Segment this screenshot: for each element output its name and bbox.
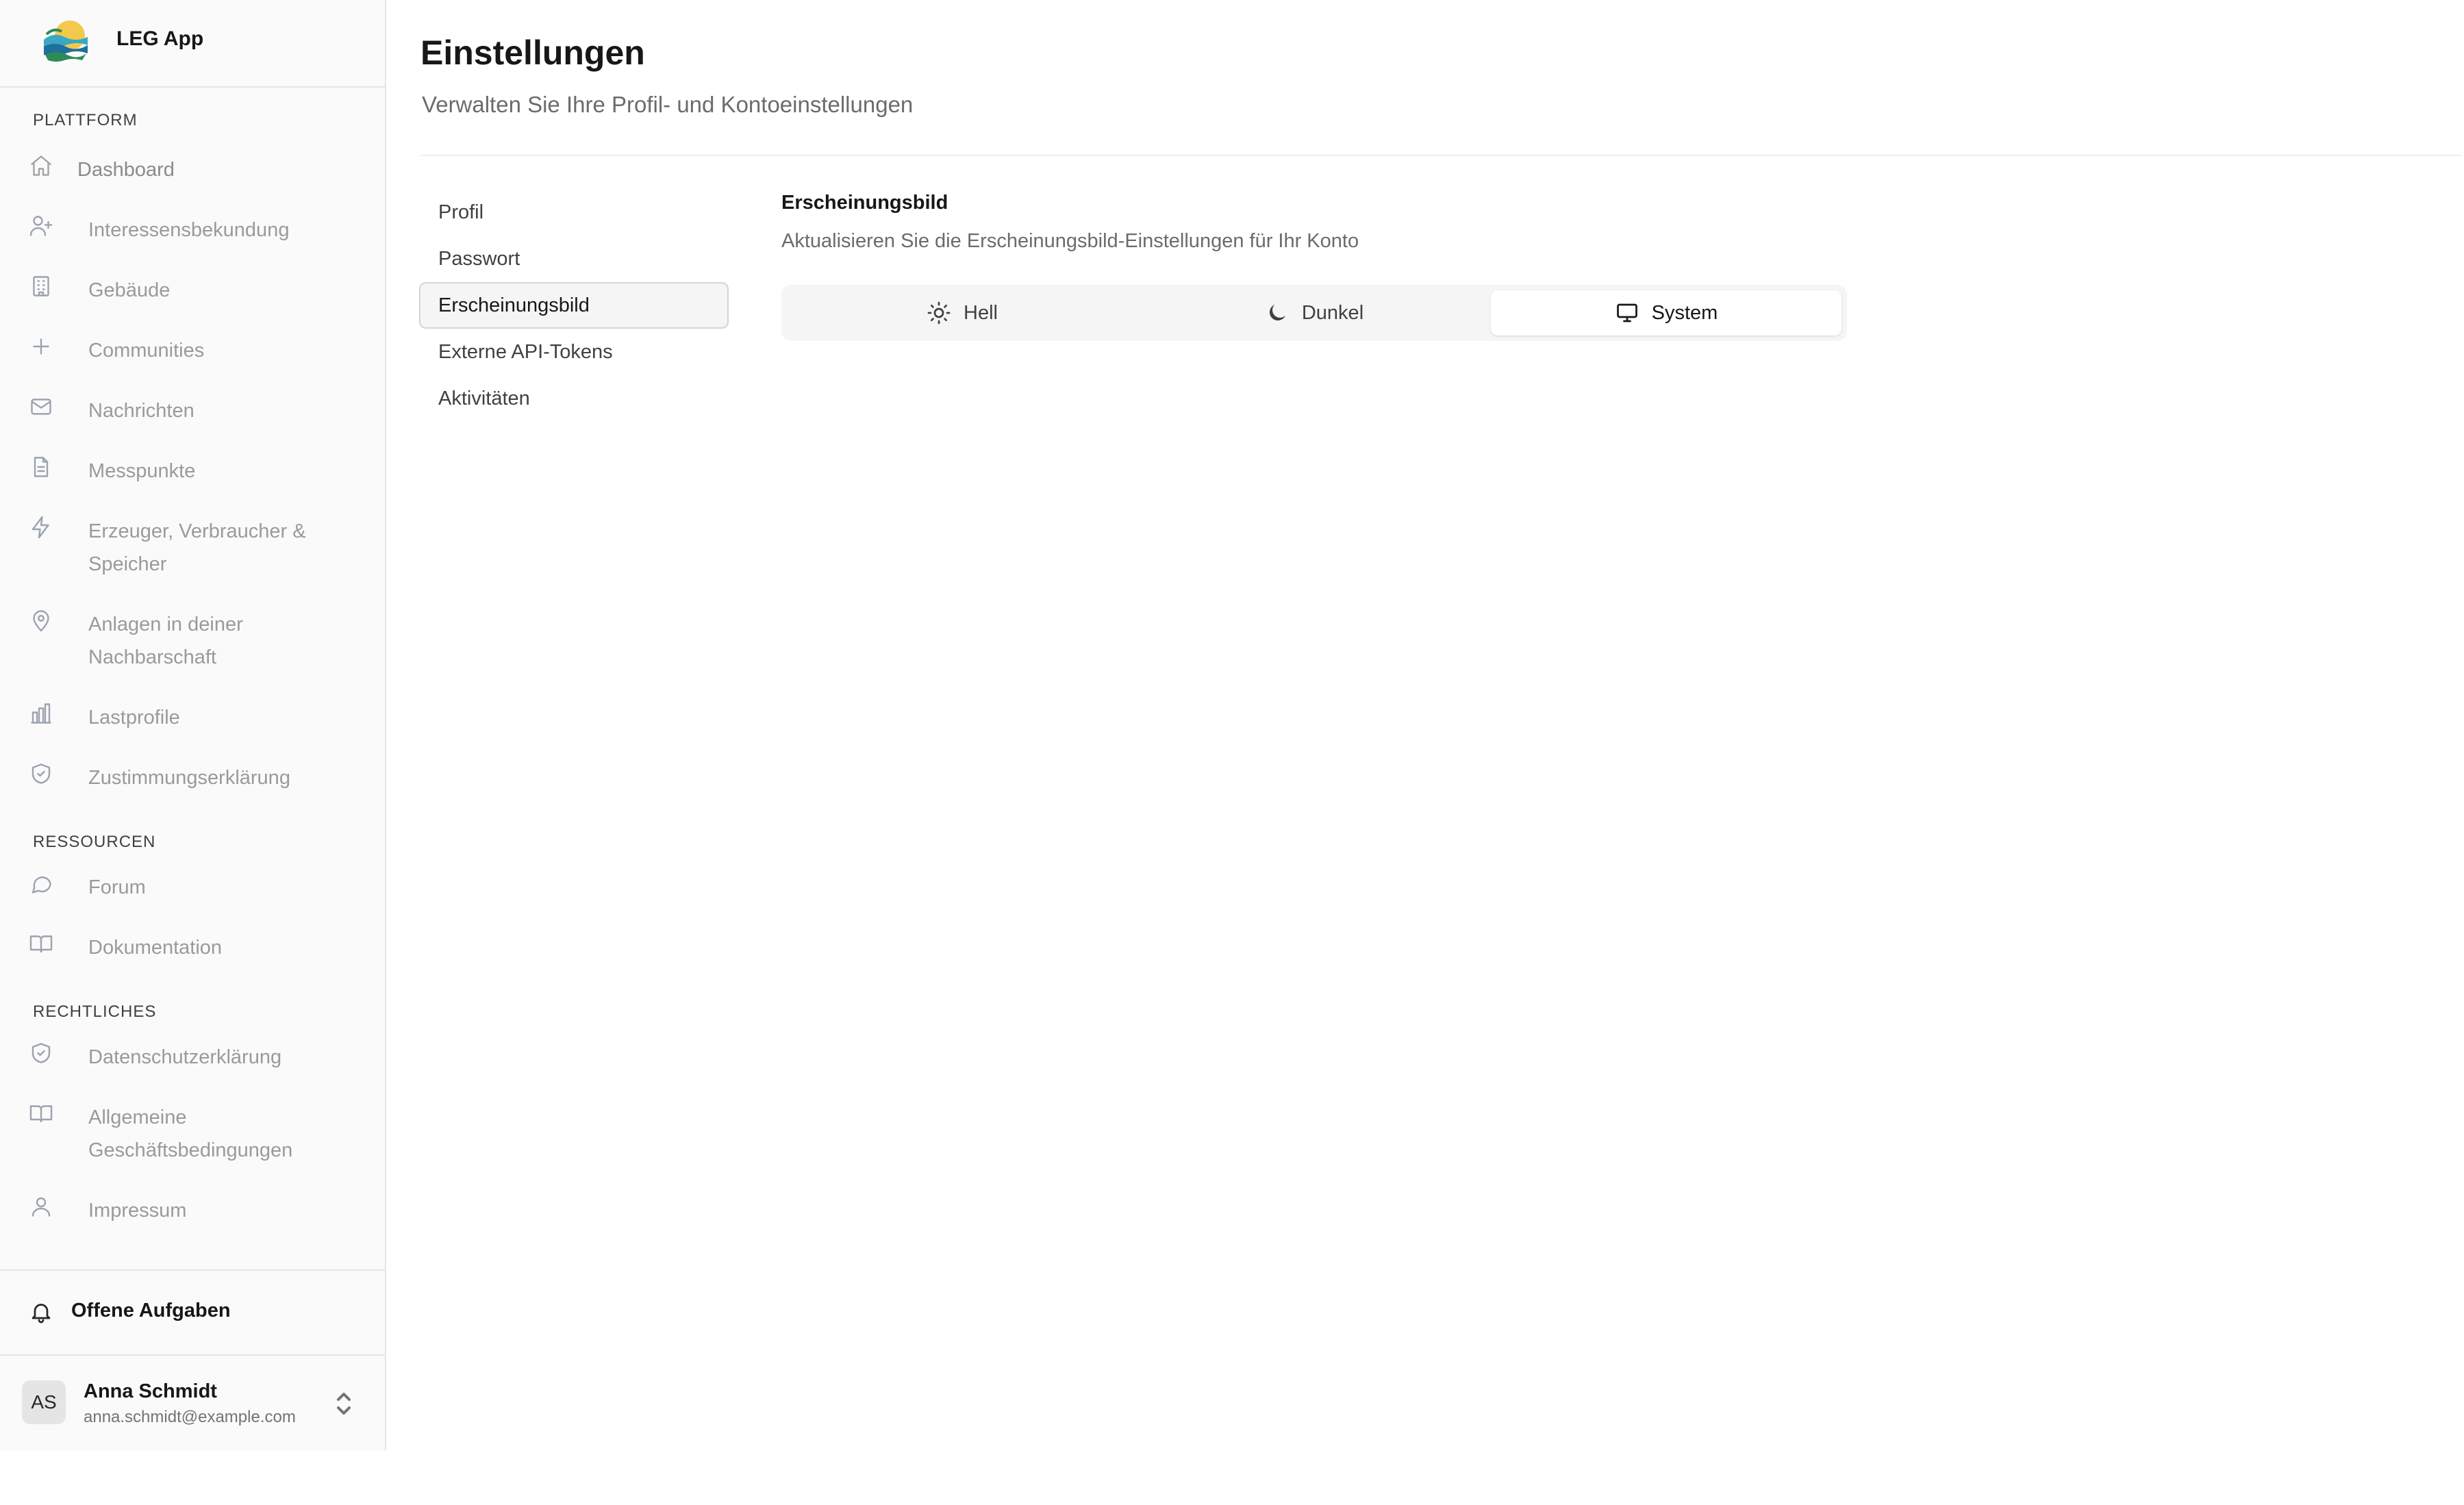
avatar: AS xyxy=(22,1380,66,1424)
settings-nav-aktivitaeten[interactable]: Aktivitäten xyxy=(419,375,729,422)
user-email: anna.schmidt@example.com xyxy=(84,1408,296,1426)
sidebar-item-label: Erzeuger, Verbraucher & Speicher xyxy=(88,520,306,575)
bar-chart-icon xyxy=(27,700,55,727)
theme-option-hell[interactable]: Hell xyxy=(787,290,1137,336)
app-root: LEG App PLATTFORM Dashboard Interessensb… xyxy=(0,0,2464,1505)
sidebar-item-anlagen[interactable]: Anlagen in deiner Nachbarschaft xyxy=(27,607,370,672)
sidebar-item-forum[interactable]: Forum xyxy=(27,870,370,902)
page-subtitle: Verwalten Sie Ihre Profil- und Kontoeins… xyxy=(422,92,914,117)
shield-check-icon xyxy=(27,1039,55,1067)
sidebar-item-label: Forum xyxy=(88,876,146,898)
sidebar-item-label: Messpunkte xyxy=(88,460,196,482)
sidebar-item-zustimmungserklaerung[interactable]: Zustimmungserklärung xyxy=(27,760,370,793)
sidebar-item-label: Datenschutzerklärung xyxy=(88,1046,282,1068)
home-icon xyxy=(27,152,55,179)
chevron-up-down-icon xyxy=(334,1390,353,1417)
monitor-icon xyxy=(1616,303,1637,322)
chat-bubble-icon xyxy=(27,870,55,897)
settings-nav-api-tokens[interactable]: Externe API-Tokens xyxy=(419,329,729,375)
brand-header[interactable]: LEG App xyxy=(0,0,385,88)
sidebar-item-label: Impressum xyxy=(88,1200,187,1222)
appearance-description: Aktualisieren Sie die Erscheinungsbild-E… xyxy=(781,230,1359,252)
sidebar-item-dokumentation[interactable]: Dokumentation xyxy=(27,930,370,963)
theme-option-system[interactable]: System xyxy=(1491,290,1841,336)
sidebar-item-label: Interessensbekundung xyxy=(88,219,290,241)
book-open-icon xyxy=(27,1100,55,1127)
open-tasks-button[interactable]: Offene Aufgaben xyxy=(0,1269,385,1354)
sidebar-item-agb[interactable]: Allgemeine Geschäftsbedingungen xyxy=(27,1100,370,1165)
sidebar-item-messpunkte[interactable]: Messpunkte xyxy=(27,453,370,486)
appearance-title: Erscheinungsbild xyxy=(781,192,948,214)
building-icon xyxy=(27,273,55,300)
settings-nav-passwort[interactable]: Passwort xyxy=(419,236,729,282)
user-plus-icon xyxy=(27,212,55,240)
section-label-platform: PLATTFORM xyxy=(33,111,138,129)
sidebar-item-label: Anlagen in deiner Nachbarschaft xyxy=(88,614,243,668)
sidebar-item-nachrichten[interactable]: Nachrichten xyxy=(27,393,370,426)
sidebar-item-gebaeude[interactable]: Gebäude xyxy=(27,273,370,305)
map-pin-icon xyxy=(27,607,55,634)
sidebar-item-label: Dashboard xyxy=(77,159,175,181)
theme-option-label: Dunkel xyxy=(1301,301,1364,324)
sun-icon xyxy=(927,301,951,325)
sidebar-item-label: Gebäude xyxy=(88,279,171,301)
user-menu[interactable]: AS Anna Schmidt anna.schmidt@example.com xyxy=(0,1354,385,1450)
shield-check-icon xyxy=(27,760,55,787)
sidebar-item-label: Communities xyxy=(88,340,205,362)
sidebar-item-dashboard[interactable]: Dashboard xyxy=(27,152,370,185)
sidebar-item-impressum[interactable]: Impressum xyxy=(27,1193,370,1226)
sidebar-item-datenschutz[interactable]: Datenschutzerklärung xyxy=(27,1039,370,1072)
section-label-rechtliches: RECHTLICHES xyxy=(33,1002,157,1021)
sidebar-item-communities[interactable]: Communities xyxy=(27,333,370,366)
page-title: Einstellungen xyxy=(420,34,645,72)
sidebar-item-label: Allgemeine Geschäftsbedingungen xyxy=(88,1106,293,1161)
book-open-icon xyxy=(27,930,55,957)
mail-icon xyxy=(27,393,55,420)
moon-icon xyxy=(1269,305,1285,321)
sidebar-item-interessensbekundung[interactable]: Interessensbekundung xyxy=(27,212,370,245)
theme-option-label: Hell xyxy=(964,301,998,324)
sidebar: LEG App PLATTFORM Dashboard Interessensb… xyxy=(0,0,386,1450)
app-logo xyxy=(44,21,88,62)
bell-icon xyxy=(29,1300,53,1324)
theme-option-dunkel[interactable]: Dunkel xyxy=(1139,290,1489,336)
sidebar-item-label: Zustimmungserklärung xyxy=(88,767,290,789)
lightning-icon xyxy=(27,514,55,541)
sidebar-item-label: Dokumentation xyxy=(88,937,223,959)
sidebar-item-label: Nachrichten xyxy=(88,400,194,422)
divider xyxy=(420,155,2461,156)
app-name: LEG App xyxy=(116,27,204,50)
sidebar-item-lastprofile[interactable]: Lastprofile xyxy=(27,700,370,733)
sidebar-item-erzeuger[interactable]: Erzeuger, Verbraucher & Speicher xyxy=(27,514,370,579)
theme-option-label: System xyxy=(1651,301,1718,324)
theme-selector: Hell Dunkel System xyxy=(781,285,1847,341)
sidebar-item-label: Lastprofile xyxy=(88,707,180,729)
plus-icon xyxy=(27,333,55,360)
section-label-ressourcen: RESSOURCEN xyxy=(33,833,156,851)
open-tasks-label: Offene Aufgaben xyxy=(71,1300,231,1321)
settings-nav-erscheinungsbild[interactable]: Erscheinungsbild xyxy=(419,282,729,329)
user-icon xyxy=(27,1193,55,1220)
document-icon xyxy=(27,453,55,481)
user-name: Anna Schmidt xyxy=(84,1380,217,1402)
settings-nav-profil[interactable]: Profil xyxy=(419,189,729,236)
